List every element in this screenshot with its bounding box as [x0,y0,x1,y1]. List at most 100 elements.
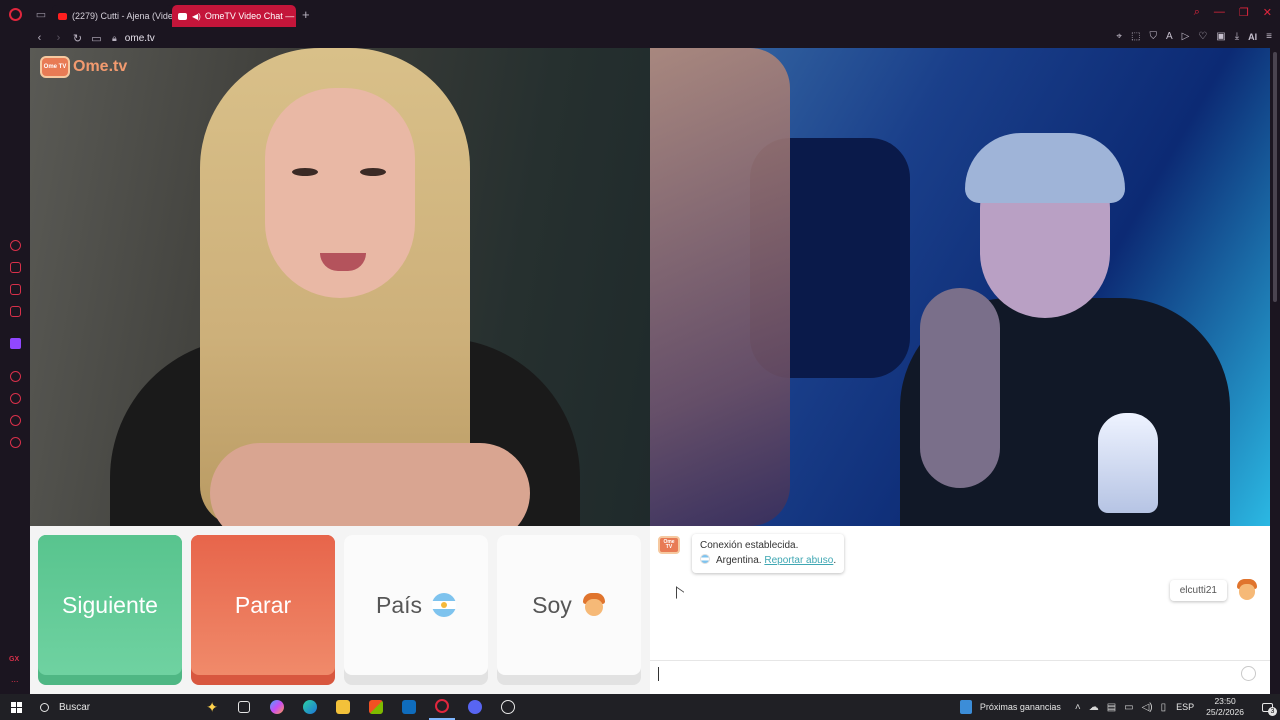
minimize-icon[interactable]: — [1214,6,1225,19]
extensions-icon[interactable] [10,415,21,426]
system-message: Conexión establecida. Argentina. Reporta… [692,534,845,573]
lock-icon: 🔒︎ [112,32,117,43]
argentina-flag-icon [700,554,710,564]
country-button[interactable]: País [344,535,488,685]
notification-center[interactable]: 3 [1254,694,1280,720]
system-message-title: Conexión establecida. [700,540,799,551]
player-icon[interactable] [10,371,21,382]
next-button-label: Siguiente [62,591,158,618]
tab-menu-icon[interactable]: ▭ [30,0,52,28]
own-username-message: elcutti21 [1169,580,1227,601]
chevron-up-icon[interactable]: ˄ [1075,702,1081,713]
ometv-chat-logo-icon: Ome TV [658,536,680,554]
pin-icon[interactable]: ⌖ [1116,31,1122,42]
gx-label: GX [9,656,20,663]
opera-gx-taskbar-icon[interactable] [429,694,455,720]
widgets-button[interactable]: Próximas ganancias [959,700,1061,714]
boy-emoji-icon [1236,579,1258,601]
gender-button[interactable]: Soy [497,535,641,685]
clock[interactable]: 23:50 25/2/2026 [1206,696,1244,718]
copilot-icon[interactable] [264,694,290,720]
video-figure [210,443,530,526]
country-button-label: País [375,591,423,618]
shield-icon[interactable]: ⛉ [1149,31,1157,42]
history-icon[interactable] [10,393,21,404]
folder-icon[interactable]: ▤ [1107,702,1116,713]
browser-sidebar: GX ... [0,48,30,694]
ometv-page: Ome TV Ome.tv Siguiente Parar País Soy O… [30,48,1270,694]
recorder-icon[interactable] [495,694,521,720]
messenger-icon[interactable] [10,284,21,295]
network-icon[interactable]: ▭ [1124,702,1133,713]
stop-button[interactable]: Parar [191,535,335,685]
volume-icon[interactable]: ◁) [1142,702,1153,713]
wallet-icon[interactable]: ▣ [1216,31,1225,42]
speaker-icon[interactable]: ◀) [192,12,201,21]
ometv-logo-text: Ome.tv [73,58,128,75]
cloud-icon[interactable]: ☁ [1089,702,1099,713]
screen: ▭ (2279) Cutti - Ajena (Video ◀) OmeTV V… [0,0,1280,720]
close-icon[interactable]: ✕ [1263,6,1272,19]
snapshot-icon[interactable]: ⬚ [1131,31,1140,42]
download-icon[interactable]: ⤓ [1235,31,1239,42]
emoji-picker-icon[interactable] [1241,666,1256,681]
report-abuse-link[interactable]: Reportar abuso [764,555,833,566]
search-tabs-icon[interactable]: ⌕ [1194,6,1200,19]
opera-gx-logo-icon[interactable] [0,0,30,28]
tab-ometv[interactable]: ◀) OmeTV Video Chat — [172,5,296,27]
gx-control-icon[interactable] [10,240,21,251]
widgets-label: Próximas ganancias [979,702,1061,712]
search-icon [40,702,49,712]
gx-corner-icon[interactable] [10,262,21,273]
battery-icon[interactable]: ▯ [1161,702,1167,713]
video-figure [650,48,790,526]
windows-start-icon[interactable] [0,694,32,720]
chat-input[interactable] [650,660,1270,686]
notification-count: 3 [1268,707,1277,716]
outlook-icon[interactable] [396,694,422,720]
tab-youtube[interactable]: (2279) Cutti - Ajena (Video [52,5,172,27]
play-icon[interactable]: ▷ [1182,31,1190,42]
more-icon[interactable]: ... [11,674,19,684]
music-icon[interactable] [10,306,21,317]
system-message-country: Argentina. Reportar abuso. [700,553,836,568]
video-figure [965,133,1125,203]
forward-icon[interactable]: › [49,32,68,44]
restore-icon[interactable]: ❐ [1239,6,1249,19]
taskbar-search[interactable]: Buscar ✦ [32,694,224,720]
new-tab-icon[interactable]: + [302,7,310,22]
windows-taskbar: Buscar ✦ Próximas ganancias ˄ ☁ ▤ ▭ ◁) ▯ [0,694,1280,720]
video-figure [920,288,1000,488]
next-button[interactable]: Siguiente [38,535,182,685]
system-tray: Próximas ganancias ˄ ☁ ▤ ▭ ◁) ▯ ESP 23:5… [959,694,1280,720]
page-scrollbar[interactable] [1270,48,1280,694]
settings-icon[interactable] [10,437,21,448]
camera-icon[interactable]: ▭ [87,32,106,45]
chat-panel: Ome TV Conexión establecida. Argentina. … [650,526,1270,694]
chat-controls: Siguiente Parar País Soy [38,535,642,685]
ai-button[interactable]: AI [1248,32,1257,42]
twitch-icon[interactable] [10,338,21,349]
back-icon[interactable]: ‹ [30,32,49,44]
task-view-icon[interactable] [231,694,257,720]
stop-button-label: Parar [234,591,292,618]
browser-tab-bar: ▭ (2279) Cutti - Ajena (Video ◀) OmeTV V… [0,0,1280,28]
tray-icons: ˄ ☁ ▤ ▭ ◁) ▯ [1075,702,1166,713]
tab-label: (2279) Cutti - Ajena (Video [72,11,172,21]
argentina-flag-icon [432,593,457,617]
url-field[interactable]: ome.tv [125,33,155,44]
ometv-favicon-icon [178,12,187,20]
menu-icon[interactable]: ≡ [1266,31,1272,42]
translate-icon[interactable]: A [1166,31,1173,42]
toolbar-tools: ⌖ ⬚ ⛉ A ▷ ♡ ▣ ⤓ AI ≡ [1116,31,1272,42]
report-suffix: . [833,555,837,566]
stocks-icon [959,700,972,714]
edge-icon[interactable] [297,694,323,720]
file-explorer-icon[interactable] [330,694,356,720]
ometv-tv-icon: Ome TV [40,56,70,78]
language-indicator[interactable]: ESP [1176,702,1194,712]
reload-icon[interactable]: ↻ [68,32,87,45]
discord-icon[interactable] [462,694,488,720]
heart-icon[interactable]: ♡ [1198,31,1207,42]
store-icon[interactable] [363,694,389,720]
